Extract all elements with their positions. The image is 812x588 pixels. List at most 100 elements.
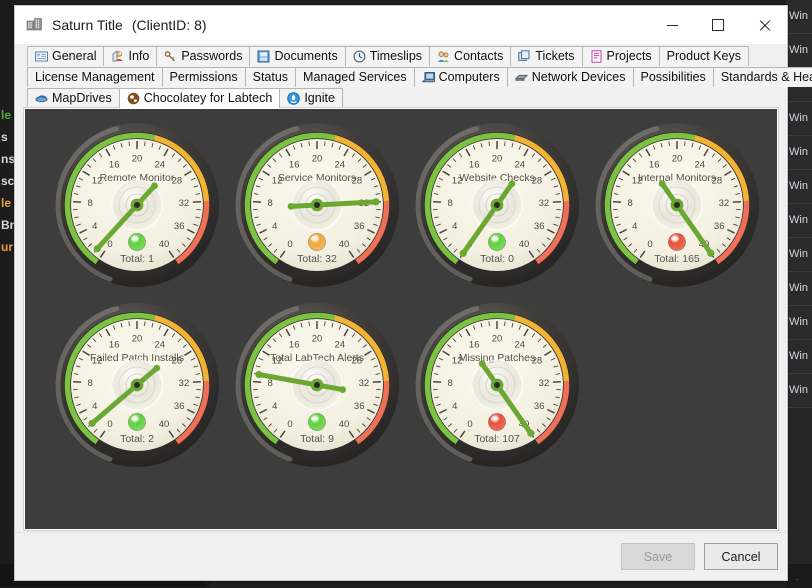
svg-text:16: 16 bbox=[469, 159, 480, 170]
tab-chocolatey-for-labtech[interactable]: Chocolatey for Labtech bbox=[119, 88, 281, 108]
gauge-internal-monitors[interactable]: 0481216202428323640Internal MonitorsTota… bbox=[587, 115, 767, 295]
svg-text:36: 36 bbox=[354, 221, 365, 232]
tab-general[interactable]: General bbox=[27, 46, 104, 66]
svg-text:32: 32 bbox=[539, 198, 550, 209]
svg-text:4: 4 bbox=[92, 401, 97, 412]
svg-text:Total: 107: Total: 107 bbox=[474, 433, 520, 445]
svg-text:4: 4 bbox=[272, 401, 277, 412]
background-list-item: Win bbox=[786, 136, 812, 170]
svg-text:0: 0 bbox=[287, 239, 292, 250]
svg-text:0: 0 bbox=[287, 419, 292, 430]
gauge-failed-patch-installs[interactable]: 0481216202428323640Failed Patch Installs… bbox=[47, 295, 227, 475]
tab-tickets[interactable]: Tickets bbox=[510, 46, 582, 66]
tab-mapdrives[interactable]: MapDrives bbox=[27, 88, 120, 108]
background-list-item: Win bbox=[786, 102, 812, 136]
background-list-item: Win bbox=[786, 170, 812, 204]
tab-info[interactable]: Info bbox=[103, 46, 157, 66]
svg-text:8: 8 bbox=[627, 198, 632, 209]
close-button[interactable] bbox=[741, 6, 787, 44]
mapdrive-icon bbox=[35, 92, 48, 105]
window-title: Saturn Title(ClientID: 8) bbox=[52, 17, 207, 33]
svg-text:4: 4 bbox=[452, 221, 457, 232]
tab-possibilities[interactable]: Possibilities bbox=[633, 67, 714, 87]
tab-network-devices[interactable]: Network Devices bbox=[507, 67, 634, 87]
tab-row-2: License Management Permissions Status Manag… bbox=[27, 67, 787, 87]
tab-projects[interactable]: Projects bbox=[582, 46, 660, 66]
background-text-fragment: s bbox=[0, 126, 14, 148]
svg-text:36: 36 bbox=[534, 401, 545, 412]
tab-managed-services[interactable]: Managed Services bbox=[295, 67, 415, 87]
svg-text:24: 24 bbox=[695, 159, 706, 170]
tab-row-3: MapDrivesChocolatey for LabtechIgnite bbox=[27, 88, 787, 108]
maximize-icon bbox=[712, 19, 724, 31]
tab-passwords[interactable]: Passwords bbox=[156, 46, 250, 66]
key-icon bbox=[164, 50, 177, 63]
svg-text:4: 4 bbox=[272, 221, 277, 232]
svg-text:8: 8 bbox=[87, 378, 92, 389]
svg-text:8: 8 bbox=[267, 378, 272, 389]
gauge-panel: 0481216202428323640Remote MonitorTotal: … bbox=[24, 108, 778, 530]
tab-label: Network Devices bbox=[532, 68, 626, 87]
maximize-button[interactable] bbox=[695, 6, 741, 44]
tab-row-1: General Info Passwords Documents Timeslips Co… bbox=[27, 46, 787, 66]
gauge-website-checks[interactable]: 0481216202428323640Website ChecksTotal: … bbox=[407, 115, 587, 295]
svg-text:16: 16 bbox=[289, 339, 300, 350]
svg-text:16: 16 bbox=[109, 339, 120, 350]
svg-text:24: 24 bbox=[335, 159, 346, 170]
svg-text:0: 0 bbox=[467, 419, 472, 430]
tab-standards-health[interactable]: Standards & Health bbox=[713, 67, 812, 87]
desktop-background: lesnsscleBrour WinWinWinWinWinWinWinWinW… bbox=[0, 0, 812, 587]
tab-label: Documents bbox=[274, 47, 337, 66]
svg-text:16: 16 bbox=[289, 159, 300, 170]
background-list-item: Win bbox=[786, 306, 812, 340]
close-icon bbox=[759, 20, 770, 31]
chocolatey-icon bbox=[127, 92, 140, 105]
background-list-item: Win bbox=[786, 374, 812, 408]
background-list-item: Win bbox=[786, 272, 812, 306]
contact-card-icon bbox=[35, 50, 48, 63]
tab-label: Tickets bbox=[535, 47, 574, 66]
computer-icon bbox=[422, 71, 435, 84]
svg-text:32: 32 bbox=[359, 378, 370, 389]
svg-text:36: 36 bbox=[174, 221, 185, 232]
title-bar[interactable]: Saturn Title(ClientID: 8) bbox=[15, 6, 787, 44]
svg-text:24: 24 bbox=[335, 339, 346, 350]
svg-text:Total: 0: Total: 0 bbox=[480, 253, 514, 265]
minimize-button[interactable] bbox=[649, 6, 695, 44]
gauge-service-monitors[interactable]: 0481216202428323640Service MonitorsTotal… bbox=[227, 115, 407, 295]
background-window-left-edge: lesnsscleBrour bbox=[0, 0, 14, 564]
tab-license-management[interactable]: License Management bbox=[27, 67, 163, 87]
tab-label: License Management bbox=[35, 68, 155, 87]
window-title-text: Saturn Title bbox=[52, 17, 123, 33]
tab-permissions[interactable]: Permissions bbox=[162, 67, 246, 87]
tab-timeslips[interactable]: Timeslips bbox=[345, 46, 430, 66]
cancel-button[interactable]: Cancel bbox=[704, 543, 778, 570]
tab-documents[interactable]: Documents bbox=[249, 46, 345, 66]
svg-text:20: 20 bbox=[132, 153, 143, 164]
tab-ignite[interactable]: Ignite bbox=[279, 88, 343, 108]
tab-label: Info bbox=[128, 47, 149, 66]
svg-text:20: 20 bbox=[132, 333, 143, 344]
svg-text:16: 16 bbox=[469, 339, 480, 350]
tab-contacts[interactable]: Contacts bbox=[429, 46, 511, 66]
svg-text:36: 36 bbox=[354, 401, 365, 412]
svg-text:32: 32 bbox=[539, 378, 550, 389]
save-button[interactable]: Save bbox=[621, 543, 695, 570]
svg-text:20: 20 bbox=[312, 333, 323, 344]
dialog-footer: Save Cancel bbox=[15, 532, 787, 580]
tab-computers[interactable]: Computers bbox=[414, 67, 508, 87]
gauge-remote-monitor[interactable]: 0481216202428323640Remote MonitorTotal: … bbox=[47, 115, 227, 295]
tab-product-keys[interactable]: Product Keys bbox=[659, 46, 749, 66]
svg-text:36: 36 bbox=[534, 221, 545, 232]
background-text-fragment: le bbox=[0, 192, 14, 214]
gauge-total-labtech-alerts[interactable]: 0481216202428323640Total LabTech AlertsT… bbox=[227, 295, 407, 475]
tab-label: Permissions bbox=[170, 68, 238, 87]
svg-text:32: 32 bbox=[179, 378, 190, 389]
tickets-icon bbox=[518, 50, 531, 63]
tab-status[interactable]: Status bbox=[245, 67, 296, 87]
svg-text:0: 0 bbox=[107, 419, 112, 430]
gauge-missing-patches[interactable]: 0481216202428323640Missing PatchesTotal:… bbox=[407, 295, 587, 475]
tab-label: Status bbox=[253, 68, 288, 87]
tab-label: Timeslips bbox=[370, 47, 422, 66]
svg-text:20: 20 bbox=[492, 333, 503, 344]
